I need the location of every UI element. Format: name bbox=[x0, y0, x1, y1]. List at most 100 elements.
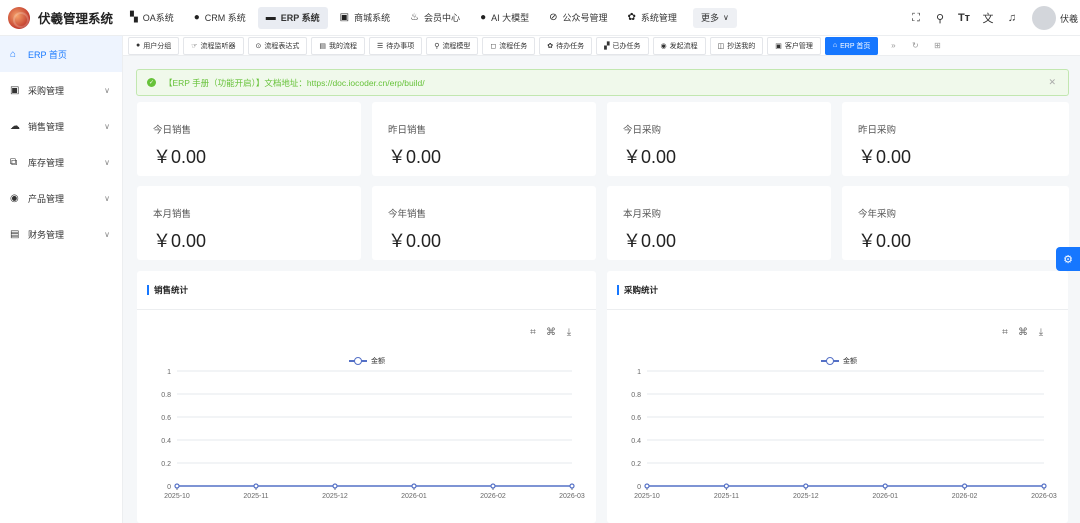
check-icon: ✓ bbox=[147, 78, 156, 87]
stat-value: ￥0.00 bbox=[858, 147, 912, 167]
stat-label: 今年销售 bbox=[388, 209, 427, 220]
x-tick-label: 2026-03 bbox=[1031, 493, 1057, 500]
stat-card: 昨日销售 ￥0.00 bbox=[372, 102, 596, 176]
tab-7[interactable]: ✿ 待办任务 bbox=[539, 36, 593, 55]
x-tick-label: 2025-11 bbox=[714, 493, 739, 500]
x-tick-label: 2025-12 bbox=[793, 493, 819, 500]
data-point bbox=[962, 483, 968, 489]
topnav-label: AI 大模型 bbox=[491, 13, 530, 23]
sidebar-item-0[interactable]: ⌂ ERP 首页 bbox=[0, 36, 122, 72]
finance-icon: ▤ bbox=[10, 228, 20, 240]
stat-value: ￥0.00 bbox=[388, 231, 442, 251]
topnav-item-0[interactable]: ▚ OA系统 bbox=[122, 7, 182, 29]
tab-10[interactable]: ◫ 抄送我的 bbox=[709, 36, 764, 55]
stat-value: ￥0.00 bbox=[153, 147, 207, 167]
panel-title: 销售统计 bbox=[147, 285, 188, 295]
topnav-item-4[interactable]: ♨ 会员中心 bbox=[402, 7, 468, 29]
y-tick-label: 1 bbox=[637, 369, 641, 376]
tab-11[interactable]: ▣ 客户管理 bbox=[767, 36, 821, 55]
tab-5[interactable]: ⚲ 流程模型 bbox=[426, 36, 479, 55]
topnav-item-5[interactable]: ● AI 大模型 bbox=[472, 7, 537, 29]
topnav-item-6[interactable]: ⊘ 公众号管理 bbox=[541, 7, 615, 29]
sidebar-item-5[interactable]: ▤ 财务管理 ∨ bbox=[0, 216, 122, 252]
sales-icon: ☁ bbox=[10, 120, 20, 132]
chevron-down-icon: ∨ bbox=[104, 85, 110, 95]
tab-9[interactable]: ◉ 发起流程 bbox=[652, 36, 706, 55]
y-tick-label: 0.6 bbox=[631, 415, 641, 422]
tab-1[interactable]: ☞ 流程监听器 bbox=[183, 36, 244, 55]
stat-value: ￥0.00 bbox=[153, 231, 207, 251]
tab-label: 待办任务 bbox=[556, 42, 585, 50]
settings-float-button[interactable]: ⚙ bbox=[1056, 247, 1080, 271]
double-chevron-right-icon[interactable]: » bbox=[882, 41, 904, 50]
more-label: 更多 bbox=[700, 13, 719, 23]
topnav-item-1[interactable]: ● CRM 系统 bbox=[186, 7, 254, 29]
zoom-icon[interactable]: ⌗ bbox=[524, 327, 542, 338]
download-icon[interactable]: ⤓ bbox=[1032, 327, 1050, 338]
topnav-item-2[interactable]: ▬ ERP 系统 bbox=[257, 6, 328, 29]
top-nav: ▚ OA系统 ● CRM 系统 ▬ ERP 系统 ▣ 商城系统 ♨ 会员中心 ● AI 大模型 ⊘ 公众号… bbox=[122, 0, 689, 36]
tab-2[interactable]: ⊙ 流程表达式 bbox=[247, 36, 308, 55]
more-menu-button[interactable]: 更多 ∨ bbox=[692, 7, 737, 28]
tab-4[interactable]: ☰ 待办事项 bbox=[369, 36, 423, 55]
divider bbox=[137, 309, 596, 310]
zoom-icon[interactable]: ⌗ bbox=[996, 327, 1014, 338]
line-chart: 0 0.2 0.4 0.6 0.8 1 2025-10 2025-11 2025-12 2026-… bbox=[161, 369, 585, 500]
chevron-down-icon: ∨ bbox=[104, 229, 110, 239]
chevron-down-icon: ∨ bbox=[104, 121, 110, 131]
font-size-icon[interactable]: Tт bbox=[952, 12, 976, 24]
language-icon[interactable]: 文 bbox=[976, 10, 1000, 26]
close-icon[interactable]: ✕ bbox=[1048, 77, 1056, 88]
wechat-icon: ⊘ bbox=[549, 12, 558, 23]
tab-label: 发起流程 bbox=[669, 42, 698, 50]
restore-icon[interactable]: ⌘ bbox=[542, 327, 560, 338]
topnav-item-3[interactable]: ▣ 商城系统 bbox=[332, 7, 398, 29]
data-point bbox=[723, 483, 730, 489]
tab-3[interactable]: ▤ 我的流程 bbox=[311, 36, 366, 55]
stat-value: ￥0.00 bbox=[388, 147, 442, 167]
sidebar-item-label: 库存管理 bbox=[28, 157, 65, 168]
y-tick-label: 0.2 bbox=[161, 461, 171, 468]
restore-icon[interactable]: ⌘ bbox=[1014, 327, 1032, 338]
tab-icon: ⊙ bbox=[255, 42, 262, 50]
topnav-label: OA系统 bbox=[142, 13, 174, 23]
stat-value: ￥0.00 bbox=[623, 147, 677, 167]
tab-8[interactable]: ▞ 已办任务 bbox=[596, 36, 649, 55]
x-tick-label: 2025-10 bbox=[634, 493, 660, 500]
stat-card: 今日销售 ￥0.00 bbox=[137, 102, 361, 176]
stat-card: 今年销售 ￥0.00 bbox=[372, 186, 596, 260]
stat-label: 今日采购 bbox=[623, 125, 662, 136]
user-name[interactable]: 伏羲 bbox=[1060, 12, 1080, 25]
tab-0[interactable]: ● 用户分组 bbox=[128, 36, 180, 55]
ai-icon: ● bbox=[480, 12, 487, 23]
avatar[interactable] bbox=[1032, 6, 1056, 30]
y-tick-label: 0.4 bbox=[161, 438, 171, 445]
app-logo[interactable]: 伏羲管理系统 bbox=[0, 6, 122, 29]
tab-12[interactable]: ⌂ ERP 首页 bbox=[824, 36, 879, 55]
chevron-down-icon: ∨ bbox=[104, 193, 110, 203]
stat-label: 今日销售 bbox=[153, 125, 192, 136]
sidebar-item-3[interactable]: ⧉ 库存管理 ∨ bbox=[0, 144, 122, 180]
tab-icon: ▞ bbox=[604, 42, 610, 50]
tab-label: 流程任务 bbox=[499, 42, 528, 50]
sidebar-item-1[interactable]: ▣ 采购管理 ∨ bbox=[0, 72, 122, 108]
tab-icon: ▤ bbox=[319, 42, 327, 50]
x-tick-label: 2026-03 bbox=[559, 493, 585, 500]
sales-panel: 销售统计 ⌗ ⌘ ⤓ 金额 0 0.2 0.4 0.6 0.8 1 2025-10 2025-… bbox=[137, 271, 596, 523]
logo-icon bbox=[8, 6, 30, 29]
tab-6[interactable]: ◻ 流程任务 bbox=[482, 36, 536, 55]
fullscreen-icon[interactable]: ⛶ bbox=[904, 12, 928, 25]
y-tick-label: 1 bbox=[167, 369, 171, 376]
sidebar-item-label: 销售管理 bbox=[28, 121, 65, 132]
refresh-icon[interactable]: ↻ bbox=[904, 41, 926, 50]
download-icon[interactable]: ⤓ bbox=[560, 327, 578, 338]
topnav-label: 会员中心 bbox=[424, 13, 461, 23]
search-icon[interactable]: ⚲ bbox=[928, 12, 952, 25]
grid-icon[interactable]: ⊞ bbox=[926, 41, 948, 50]
topnav-item-7[interactable]: ✿ 系统管理 bbox=[620, 7, 685, 29]
tab-icon: ✿ bbox=[547, 42, 554, 50]
chevron-down-icon: ∨ bbox=[722, 13, 729, 22]
sidebar-item-2[interactable]: ☁ 销售管理 ∨ bbox=[0, 108, 122, 144]
sidebar-item-4[interactable]: ◉ 产品管理 ∨ bbox=[0, 180, 122, 216]
bell-icon[interactable]: ♫ bbox=[1000, 12, 1024, 24]
